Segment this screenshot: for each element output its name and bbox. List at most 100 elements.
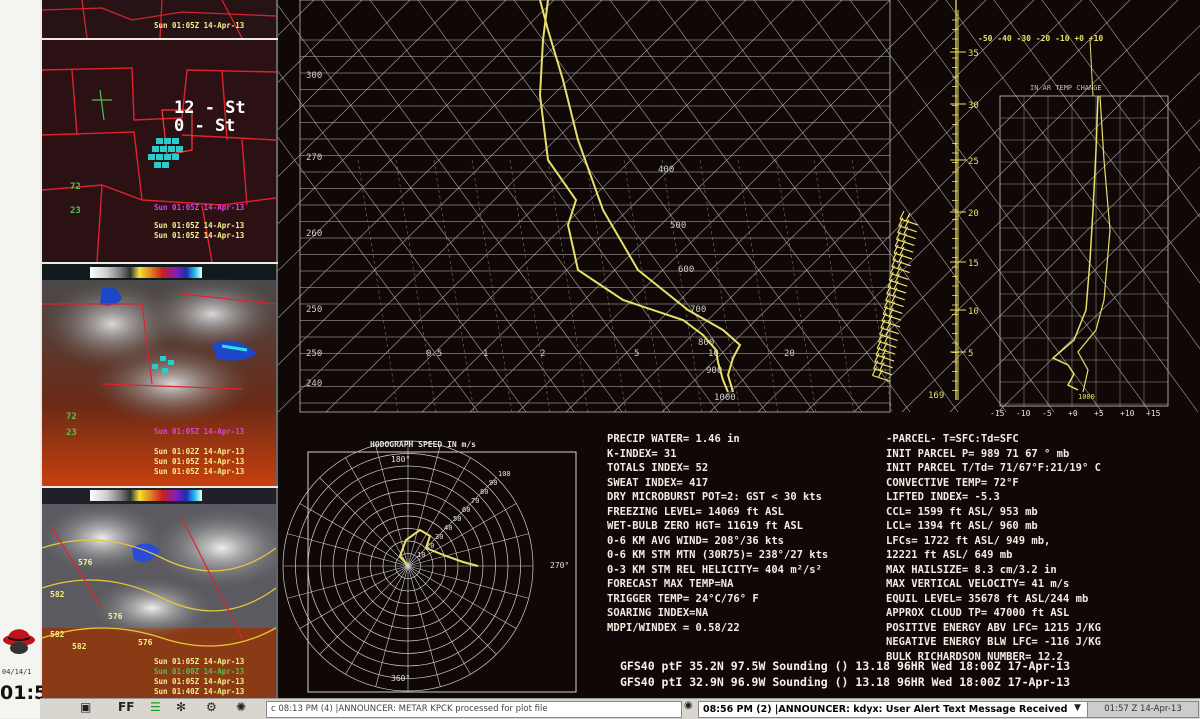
sounding-display[interactable]: 400 500 600 700 800 900 1000 0.5 1 2 5 10 20 300 270 2…	[278, 0, 1200, 698]
contour-label: 576	[78, 558, 93, 567]
announcer-message-2[interactable]: 08:56 PM (2) |ANNOUNCER: kdyx: User Aler…	[698, 701, 1088, 718]
radio-icon[interactable]: ◉	[684, 700, 693, 711]
index-line: EQUIL LEVEL= 35678 ft ASL/244 mb	[886, 592, 1089, 605]
wind-scale-label: 25	[968, 157, 979, 167]
lapse-axis-label: +10	[1120, 409, 1135, 418]
index-line: LFCs= 1722 ft ASL/ 949 mb,	[886, 534, 1051, 547]
index-line: FREEZING LEVEL= 14069 ft ASL	[607, 505, 785, 518]
wind-scale-label: 5	[968, 349, 973, 359]
hodograph-north-label: 180°	[391, 455, 411, 464]
hodograph-ring-label: 70	[471, 497, 479, 505]
wind-scale-label: 15	[968, 259, 979, 269]
wind-scale-labels: 35 30 25 20 15 10 5	[950, 19, 979, 391]
thumbnail-caption: Sun 01:00Z 14-Apr-13	[154, 667, 245, 676]
contour-label: 576	[108, 612, 123, 621]
thumbnail-caption: Sun 01:05Z 14-Apr-13	[154, 427, 245, 436]
wind-scale-label: 10	[968, 307, 979, 317]
mixing-ratio-label: 20	[784, 349, 795, 359]
desktop-date: 04/14/1	[2, 668, 32, 676]
theta-label: 240	[306, 379, 322, 389]
mixing-ratio-line	[433, 159, 475, 413]
index-line: LIFTED INDEX= -5.3	[886, 491, 1000, 503]
station-dew: 23	[70, 206, 81, 216]
index-line: K-INDEX= 31	[607, 447, 677, 460]
gear-icon[interactable]: ✺	[236, 700, 246, 714]
mixing-ratio-line	[737, 159, 779, 413]
list-icon[interactable]: ☰	[150, 700, 161, 714]
index-line: CCL= 1599 ft ASL/ 953 mb	[886, 505, 1038, 518]
hodograph-ring-label: 90	[489, 479, 497, 487]
lapse-top-axis: -50 -40 -30 -20 -10 +0 +10	[978, 34, 1104, 43]
hodograph-ring-label: 60	[462, 506, 470, 514]
indices-left-panel: PRECIP WATER= 1.46 in K-INDEX= 31 TOTALS I…	[607, 432, 828, 635]
index-line: SOARING INDEX=NA	[607, 607, 709, 619]
mixing-ratio-line	[547, 159, 589, 413]
thumbnail-satellite-ir[interactable]: 72 23 Sun 01:05Z 14-Apr-13 Sun 01:02Z 14…	[42, 264, 278, 486]
display-icon[interactable]: ▣	[80, 700, 91, 714]
index-line: DRY MICROBURST POT=2: GST < 30 kts	[607, 491, 822, 503]
index-line: LCL= 1394 ft ASL/ 960 mb	[886, 520, 1038, 532]
ff-button[interactable]: FF	[118, 700, 134, 714]
redhat-logo-icon[interactable]	[2, 618, 36, 658]
tools-icon[interactable]: ✻	[176, 700, 186, 714]
mixing-ratio-line	[661, 159, 703, 413]
index-line: -PARCEL- T=SFC:Td=SFC	[886, 433, 1019, 445]
lapse-center-label: 1000	[1078, 393, 1095, 401]
index-line: FORECAST MAX TEMP=NA	[607, 578, 734, 590]
index-line: WET-BULB ZERO HGT= 11619 ft ASL	[607, 520, 803, 532]
thumbnail-caption: Sun 01:05Z 14-Apr-13	[154, 457, 245, 466]
dropdown-chevron-icon[interactable]: ▼	[1074, 703, 1081, 713]
lapse-axis-label: -5	[1042, 409, 1052, 418]
thumbnail-radar-top[interactable]: Sun 01:05Z 14-Apr-13	[42, 0, 278, 38]
contour-label: 582	[72, 642, 87, 651]
mixing-ratio-label: 2	[540, 349, 545, 359]
link-icon[interactable]: ⚙	[206, 700, 217, 714]
overlay-text-2: 0 - St	[174, 116, 236, 136]
lapse-axis-label: -10	[1016, 409, 1031, 418]
index-line: TRIGGER TEMP= 24°C/76° F	[607, 592, 759, 605]
lapse-bottom-axis: -15 -10 -5 +0 +5 +10 +15	[990, 409, 1180, 421]
index-line: MAX VERTICAL VELOCITY= 41 m/s	[886, 578, 1070, 590]
mixing-ratio-line	[585, 159, 627, 413]
mixing-ratio-line	[395, 159, 437, 413]
isotherm	[565, 0, 987, 413]
index-line: PRECIP WATER= 1.46 in	[607, 433, 740, 445]
thumbnail-warnings-map[interactable]: 12 - St 0 - St 72 23 Sun 01:05Z 14-Apr-1…	[42, 40, 278, 262]
contour-label: 576	[138, 638, 153, 647]
hodograph-ring-label: 100	[498, 470, 511, 478]
isotherm	[517, 0, 939, 413]
height-label: 169	[928, 391, 944, 401]
lapse-title: IN AR TEMP CHANGE	[1030, 84, 1102, 92]
wind-scale-label: 20	[968, 209, 979, 219]
pressure-label: 400	[658, 165, 674, 175]
pressure-label: 600	[678, 265, 694, 275]
theta-label: 270	[306, 153, 322, 163]
theta-label: 260	[306, 229, 322, 239]
index-line: 0-3 KM STM REL HELICITY= 404 m²/s²	[607, 563, 822, 576]
mixing-ratio-labels: 0.5 1 2 5 10 20300270260250250240	[306, 71, 795, 389]
mixing-ratio-line	[775, 159, 817, 413]
index-line: MDPI/WINDEX = 0.58/22	[607, 621, 740, 634]
dry-adiabat	[513, 0, 815, 413]
lapse-axis-label: +0	[1068, 409, 1078, 418]
isotherm	[325, 0, 747, 413]
thumbnail-caption: Sun 01:05Z 14-Apr-13	[154, 221, 245, 230]
map-borders	[42, 0, 276, 38]
index-line: INIT PARCEL T/Td= 71/67°F:21/19° C	[886, 462, 1101, 474]
hodograph-east-label: 270°	[550, 561, 570, 570]
index-line: APPROX CLOUD TP= 47000 ft ASL	[886, 607, 1070, 619]
contour-label: 582	[50, 590, 65, 599]
index-line: 0-6 KM AVG WIND= 208°/36 kts	[607, 534, 785, 547]
station-temp: 72	[66, 412, 77, 422]
sounding-line-2: GFS40 ptI 32.9N 96.9W Sounding () 13.18 …	[620, 675, 1071, 689]
hodograph-ring-label: 50	[453, 515, 461, 523]
temperature-trace	[539, 0, 742, 393]
overlay-text-1: 12 - St	[174, 98, 246, 118]
index-line: NEGATIVE ENERGY BLW LFC= -116 J/KG	[886, 636, 1101, 648]
thumbnail-upper-air[interactable]: 576 582 576 582 582 576 Sun 01:05Z 14-Ap…	[42, 488, 278, 698]
dry-adiabat	[657, 0, 959, 413]
announcer-message-1[interactable]: c 08:13 PM (4) |ANNOUNCER: METAR KPCK pr…	[266, 701, 682, 718]
wind-scale-label: 30	[968, 101, 979, 111]
hodograph: 102030405060708090100	[282, 440, 577, 693]
index-line: POSITIVE ENERGY ABV LFC= 1215 J/KG	[886, 621, 1101, 634]
